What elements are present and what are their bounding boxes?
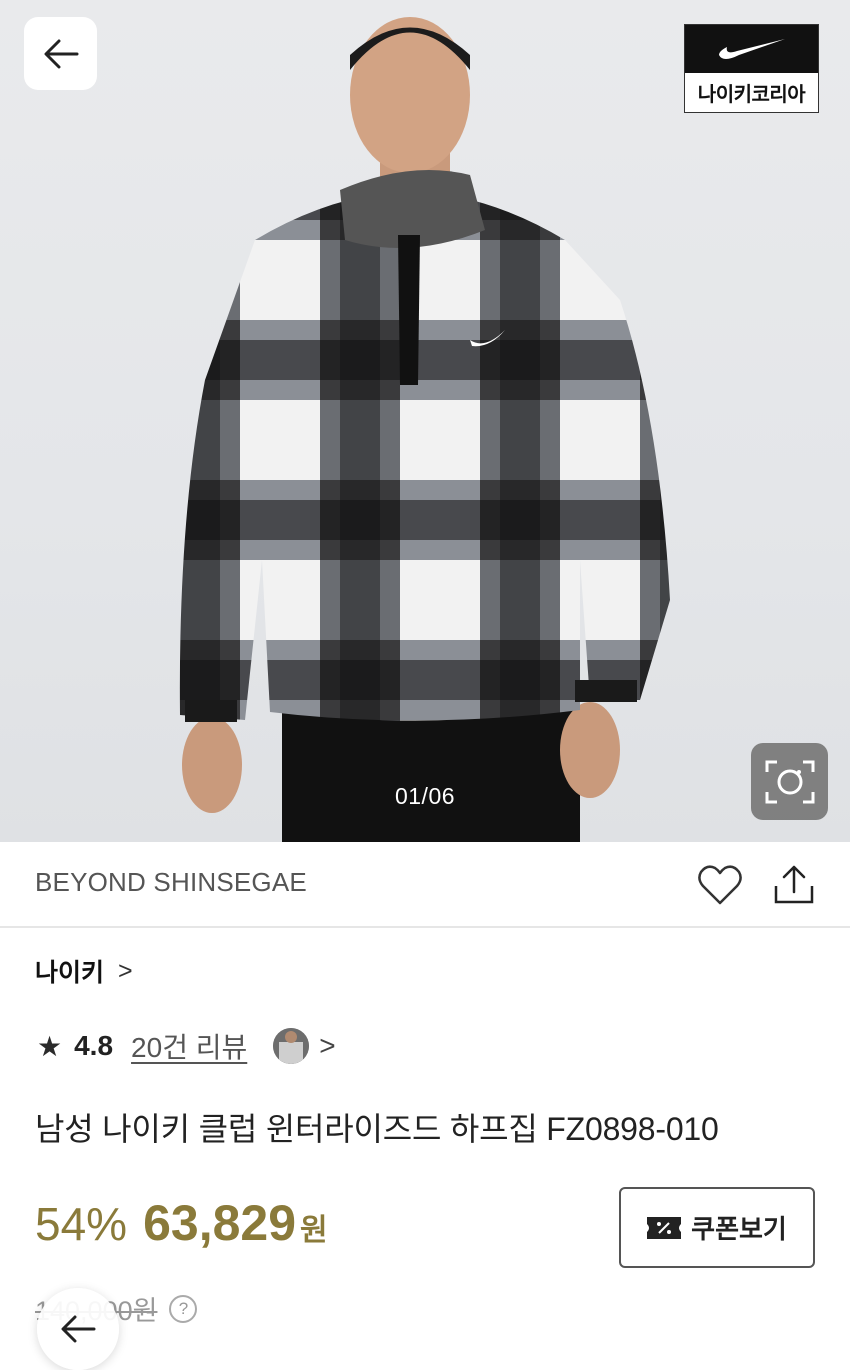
discount-rate: 54% [35, 1198, 128, 1250]
price-help-icon[interactable]: ? [169, 1294, 198, 1323]
chevron-right-icon: > [118, 956, 133, 985]
heart-icon [698, 865, 742, 905]
camera-lens-icon [765, 760, 814, 803]
back-button[interactable] [24, 17, 97, 90]
wishlist-button[interactable] [697, 864, 743, 911]
brand-name: 나이키 [35, 959, 105, 987]
chevron-right-icon: > [319, 1030, 336, 1061]
coupon-icon [647, 1216, 682, 1239]
arrow-left-icon [61, 1315, 96, 1343]
brand-link[interactable]: 나이키 > [35, 953, 133, 989]
share-button[interactable] [773, 864, 815, 911]
coupon-button-label: 쿠폰보기 [691, 1214, 787, 1244]
image-counter: 01/06 [394, 783, 456, 809]
floating-back-button[interactable] [37, 1288, 119, 1370]
share-icon [774, 865, 814, 904]
arrow-left-icon [44, 39, 78, 68]
brand-badge: 나이키코리아 [684, 24, 819, 113]
product-photo [179, 17, 671, 842]
swoosh-logo-icon [718, 39, 785, 59]
rating-row[interactable]: ★ 4.8 20건 리뷰 > [37, 1027, 336, 1065]
currency-unit: 원 [300, 1214, 328, 1247]
store-name: BEYOND SHINSEGAE [35, 867, 307, 897]
product-title: 남성 나이키 클럽 윈터라이즈드 하프집 FZ0898-010 [35, 1111, 719, 1147]
brand-badge-label: 나이키코리아 [697, 84, 806, 106]
visual-search-button[interactable] [751, 743, 828, 820]
review-photo-icon [273, 1028, 310, 1064]
store-bar: BEYOND SHINSEGAE [0, 842, 850, 928]
coupon-button[interactable]: 쿠폰보기 [619, 1187, 815, 1268]
review-thumbnail[interactable] [273, 1028, 310, 1064]
price-row: 54% 63,829 원 [35, 1194, 328, 1252]
sale-price: 63,829 [143, 1195, 297, 1251]
product-image-gallery[interactable]: 나이키코리아 01/06 [0, 0, 850, 842]
rating-score: 4.8 [74, 1030, 114, 1061]
star-icon: ★ [37, 1030, 63, 1062]
review-count-link[interactable]: 20건 리뷰 [131, 1026, 247, 1066]
